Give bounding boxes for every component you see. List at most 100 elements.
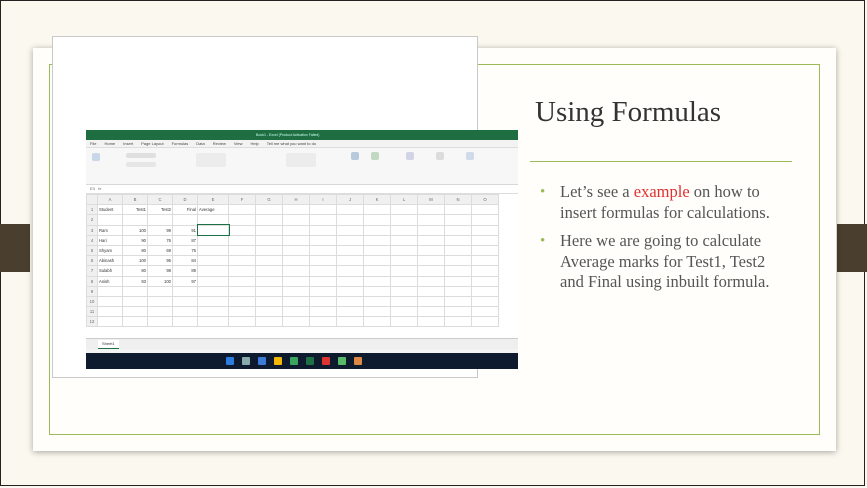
cell[interactable] <box>444 306 472 318</box>
cell[interactable] <box>97 285 123 297</box>
menu-item[interactable]: Help <box>250 141 258 146</box>
cell[interactable] <box>390 234 418 246</box>
cell[interactable]: 90 <box>122 234 148 246</box>
cell[interactable]: Average <box>197 204 229 216</box>
row-header[interactable]: 5 <box>86 244 98 257</box>
cell[interactable] <box>363 204 391 216</box>
formula-bar[interactable]: E3 fx <box>86 185 518 194</box>
cell[interactable] <box>255 224 283 236</box>
cell[interactable]: 95 <box>147 255 173 267</box>
cell[interactable]: 89 <box>172 265 198 277</box>
cell[interactable]: Final <box>172 204 198 216</box>
cell[interactable] <box>417 234 445 246</box>
cell[interactable] <box>255 234 283 246</box>
cell[interactable] <box>147 316 173 328</box>
cell[interactable] <box>309 265 337 277</box>
cell[interactable]: 100 <box>122 255 148 267</box>
row-header[interactable]: 9 <box>86 285 98 297</box>
cell[interactable] <box>228 255 256 267</box>
cell[interactable] <box>122 214 148 226</box>
menu-item[interactable]: Data <box>196 141 204 146</box>
column-header[interactable]: M <box>417 193 445 206</box>
select-all-corner[interactable] <box>86 193 98 206</box>
cell[interactable]: 80 <box>122 244 148 257</box>
cell[interactable] <box>228 306 256 318</box>
cell[interactable] <box>363 285 391 297</box>
cell[interactable] <box>444 234 472 246</box>
cell[interactable] <box>471 285 499 297</box>
cell[interactable] <box>417 295 445 308</box>
cell[interactable] <box>444 255 472 267</box>
cell[interactable]: Hari <box>97 234 123 246</box>
cell[interactable] <box>417 316 445 328</box>
column-header[interactable]: H <box>282 193 310 206</box>
cell[interactable] <box>309 316 337 328</box>
cell[interactable] <box>228 265 256 277</box>
cell[interactable] <box>228 295 256 308</box>
app-icon[interactable] <box>322 357 330 365</box>
cell[interactable] <box>228 285 256 297</box>
cell[interactable] <box>336 306 364 318</box>
cell[interactable] <box>255 255 283 267</box>
cell[interactable] <box>282 214 310 226</box>
cell[interactable] <box>172 285 198 297</box>
cell[interactable] <box>172 295 198 308</box>
cell[interactable] <box>471 265 499 277</box>
cell[interactable] <box>147 295 173 308</box>
row-header[interactable]: 12 <box>86 316 98 328</box>
cell[interactable] <box>309 204 337 216</box>
column-header[interactable]: B <box>122 193 148 206</box>
cell[interactable] <box>390 255 418 267</box>
cell[interactable] <box>197 295 229 308</box>
start-icon[interactable] <box>226 357 234 365</box>
file-explorer-icon[interactable] <box>274 357 282 365</box>
row-header[interactable]: 11 <box>86 306 98 318</box>
tell-me-search[interactable]: Tell me what you want to do <box>267 141 316 146</box>
cell[interactable] <box>471 244 499 257</box>
column-header[interactable]: N <box>444 193 472 206</box>
cell[interactable] <box>97 316 123 328</box>
cell[interactable] <box>417 204 445 216</box>
cell[interactable] <box>282 306 310 318</box>
cell[interactable] <box>336 255 364 267</box>
cell[interactable] <box>471 214 499 226</box>
cell[interactable] <box>471 255 499 267</box>
row-header[interactable]: 8 <box>86 275 98 287</box>
menu-item[interactable]: Insert <box>123 141 133 146</box>
cell[interactable] <box>282 204 310 216</box>
cell[interactable] <box>282 275 310 287</box>
cell[interactable] <box>122 295 148 308</box>
cell[interactable] <box>363 224 391 236</box>
cell[interactable] <box>255 316 283 328</box>
cell[interactable] <box>255 306 283 318</box>
menu-item[interactable]: Review <box>213 141 226 146</box>
column-header[interactable]: I <box>309 193 337 206</box>
cell[interactable] <box>417 265 445 277</box>
cell[interactable] <box>336 316 364 328</box>
cell[interactable]: Ram <box>97 224 123 236</box>
cell[interactable] <box>197 265 229 277</box>
cell[interactable] <box>471 204 499 216</box>
cell[interactable] <box>255 295 283 308</box>
cell[interactable] <box>417 214 445 226</box>
cell[interactable] <box>417 244 445 257</box>
cell[interactable] <box>97 306 123 318</box>
cell[interactable] <box>309 275 337 287</box>
cell[interactable] <box>172 316 198 328</box>
cell[interactable] <box>417 224 445 236</box>
cell[interactable]: 100 <box>122 224 148 236</box>
cell[interactable] <box>282 244 310 257</box>
sheet-tab[interactable]: Sheet1 <box>98 340 119 349</box>
cell[interactable] <box>255 275 283 287</box>
cell[interactable] <box>336 224 364 236</box>
menu-item[interactable]: Home <box>104 141 115 146</box>
cell[interactable] <box>444 214 472 226</box>
cell[interactable] <box>363 306 391 318</box>
cell[interactable] <box>172 214 198 226</box>
cell[interactable] <box>228 244 256 257</box>
cell[interactable] <box>390 204 418 216</box>
cell[interactable] <box>363 316 391 328</box>
cell[interactable] <box>282 265 310 277</box>
cell[interactable] <box>228 214 256 226</box>
column-header[interactable]: L <box>390 193 418 206</box>
